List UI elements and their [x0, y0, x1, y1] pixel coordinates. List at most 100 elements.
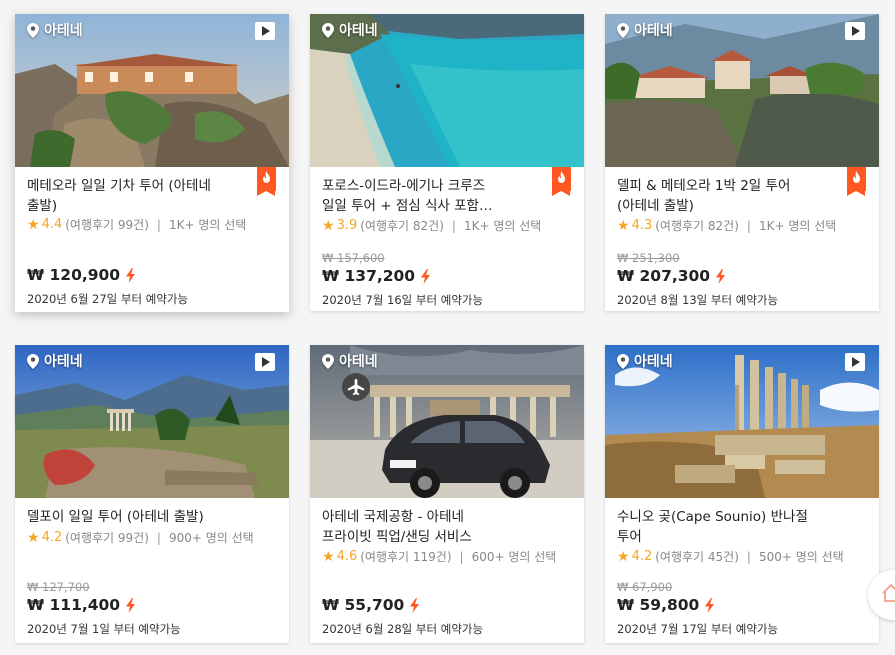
original-price: ₩ 67,900: [617, 580, 673, 594]
tour-title[interactable]: 아테네 국제공항 - 아테네 프라이빗 픽업/샌딩 서비스: [322, 507, 536, 547]
separator: |: [156, 530, 161, 545]
location-label: 아테네: [44, 23, 83, 39]
availability-date: 2020년 7월 17일 부터 예약가능: [617, 622, 779, 636]
price-row: ₩ 111,400: [27, 596, 136, 614]
tour-card-saronic-cruise[interactable]: 아테네 포로스-이드라-에기나 크루즈 일일 투어 + 점심 식사 포함… ★ …: [310, 14, 584, 311]
price-row: ₩ 120,900: [27, 266, 136, 284]
location-tag: 아테네: [617, 20, 673, 40]
tour-photo[interactable]: 아테네: [310, 14, 584, 167]
rating-score: 4.2: [631, 549, 653, 564]
rating-row: ★ 4.3 (여행후기 82건) | 1K+ 명의 선택: [617, 217, 836, 234]
location-tag: 아테네: [322, 20, 378, 40]
booked-count: 1K+ 명의 선택: [168, 218, 247, 232]
location-tag: 아테네: [27, 351, 83, 371]
pin-icon: [617, 353, 629, 369]
location-label: 아테네: [634, 23, 673, 39]
current-price: ₩ 137,200: [322, 267, 416, 285]
availability-date: 2020년 7월 1일 부터 예약가능: [27, 622, 181, 636]
hot-badge: [847, 167, 866, 196]
star-icon: ★: [617, 548, 630, 565]
play-icon[interactable]: [255, 353, 275, 371]
tour-card-airport-transfer[interactable]: 아테네 아테네 국제공항 - 아테네 프라이빗 픽업/샌딩 서비스 ★ 4.6 …: [310, 345, 584, 643]
location-tag: 아테네: [617, 351, 673, 371]
separator: |: [451, 218, 456, 233]
current-price: ₩ 120,900: [27, 266, 121, 284]
home-icon: [882, 583, 895, 602]
location-tag: 아테네: [27, 20, 83, 40]
pin-icon: [617, 22, 629, 38]
price-row: ₩ 59,800: [617, 596, 715, 614]
rating-row: ★ 4.2 (여행후기 99건) | 900+ 명의 선택: [27, 529, 254, 546]
booked-count: 1K+ 명의 선택: [758, 219, 837, 233]
pin-icon: [322, 353, 334, 369]
bolt-icon: [126, 597, 136, 613]
availability-date: 2020년 7월 16일 부터 예약가능: [322, 293, 484, 307]
current-price: ₩ 59,800: [617, 596, 700, 614]
rating-row: ★ 4.4 (여행후기 99건) | 1K+ 명의 선택: [27, 216, 246, 233]
original-price: ₩ 127,700: [27, 580, 90, 594]
current-price: ₩ 207,300: [617, 267, 711, 285]
booked-count: 500+ 명의 선택: [758, 550, 844, 564]
review-count: (여행후기 119건): [360, 550, 452, 564]
rating-score: 4.4: [41, 217, 63, 232]
flame-icon: [558, 171, 565, 183]
pin-icon: [27, 353, 39, 369]
review-count: (여행후기 82건): [655, 219, 739, 233]
review-count: (여행후기 45건): [655, 550, 739, 564]
tour-title[interactable]: 델포이 일일 투어 (아테네 출발): [27, 507, 241, 527]
play-icon[interactable]: [845, 353, 865, 371]
rating-row: ★ 3.9 (여행후기 82건) | 1K+ 명의 선택: [322, 217, 541, 234]
rating-score: 4.3: [631, 218, 653, 233]
rating-score: 4.2: [41, 530, 63, 545]
tour-card-cape-sounio[interactable]: 아테네 수니오 곶(Cape Sounio) 반나절 투어 ★ 4.2 (여행후…: [605, 345, 879, 643]
price-row: ₩ 55,700: [322, 596, 420, 614]
bolt-icon: [705, 597, 715, 613]
pin-icon: [322, 22, 334, 38]
location-tag: 아테네: [322, 351, 378, 371]
review-count: (여행후기 82건): [360, 219, 444, 233]
price-row: ₩ 137,200: [322, 267, 431, 285]
current-price: ₩ 55,700: [322, 596, 405, 614]
location-label: 아테네: [339, 23, 378, 39]
play-icon[interactable]: [845, 22, 865, 40]
original-price: ₩ 157,600: [322, 251, 385, 265]
tour-card-delphi-meteora[interactable]: 아테네 델피 & 메테오라 1박 2일 투어 (아테네 출발) ★ 4.3 (여…: [605, 14, 879, 311]
star-icon: ★: [617, 217, 630, 234]
separator: |: [156, 217, 161, 232]
star-icon: ★: [322, 217, 335, 234]
play-icon[interactable]: [255, 22, 275, 40]
tour-photo[interactable]: 아테네: [15, 345, 289, 498]
separator: |: [459, 549, 464, 564]
tour-photo[interactable]: 아테네: [605, 345, 879, 498]
tour-photo[interactable]: 아테네: [605, 14, 879, 167]
review-count: (여행후기 99건): [65, 531, 149, 545]
tour-photo[interactable]: 아테네: [15, 14, 289, 167]
rating-row: ★ 4.6 (여행후기 119건) | 600+ 명의 선택: [322, 548, 556, 565]
separator: |: [746, 549, 751, 564]
hot-badge: [552, 167, 571, 196]
booked-count: 900+ 명의 선택: [168, 531, 254, 545]
location-label: 아테네: [634, 354, 673, 370]
availability-date: 2020년 8월 13일 부터 예약가능: [617, 293, 779, 307]
tour-title[interactable]: 메테오라 일일 기차 투어 (아테네 출발): [27, 176, 241, 216]
location-label: 아테네: [339, 354, 378, 370]
star-icon: ★: [27, 529, 40, 546]
tour-photo[interactable]: 아테네: [310, 345, 584, 498]
rating-score: 4.6: [336, 549, 358, 564]
flame-icon: [263, 171, 270, 183]
tour-title[interactable]: 델피 & 메테오라 1박 2일 투어 (아테네 출발): [617, 176, 831, 216]
availability-date: 2020년 6월 27일 부터 예약가능: [27, 292, 189, 306]
tour-title[interactable]: 포로스-이드라-에기나 크루즈 일일 투어 + 점심 식사 포함…: [322, 176, 536, 216]
review-count: (여행후기 99건): [65, 218, 149, 232]
star-icon: ★: [27, 216, 40, 233]
bolt-icon: [410, 597, 420, 613]
tour-card-delphi[interactable]: 아테네 델포이 일일 투어 (아테네 출발) ★ 4.2 (여행후기 99건) …: [15, 345, 289, 643]
booked-count: 1K+ 명의 선택: [463, 219, 542, 233]
flame-icon: [853, 171, 860, 183]
tour-title[interactable]: 수니오 곶(Cape Sounio) 반나절 투어: [617, 507, 831, 547]
bolt-icon: [716, 268, 726, 284]
availability-date: 2020년 6월 28일 부터 예약가능: [322, 622, 484, 636]
tour-card-meteora-train[interactable]: 아테네 메테오라 일일 기차 투어 (아테네 출발) ★ 4.4 (여행후기 9…: [15, 14, 289, 312]
rating-row: ★ 4.2 (여행후기 45건) | 500+ 명의 선택: [617, 548, 844, 565]
current-price: ₩ 111,400: [27, 596, 121, 614]
